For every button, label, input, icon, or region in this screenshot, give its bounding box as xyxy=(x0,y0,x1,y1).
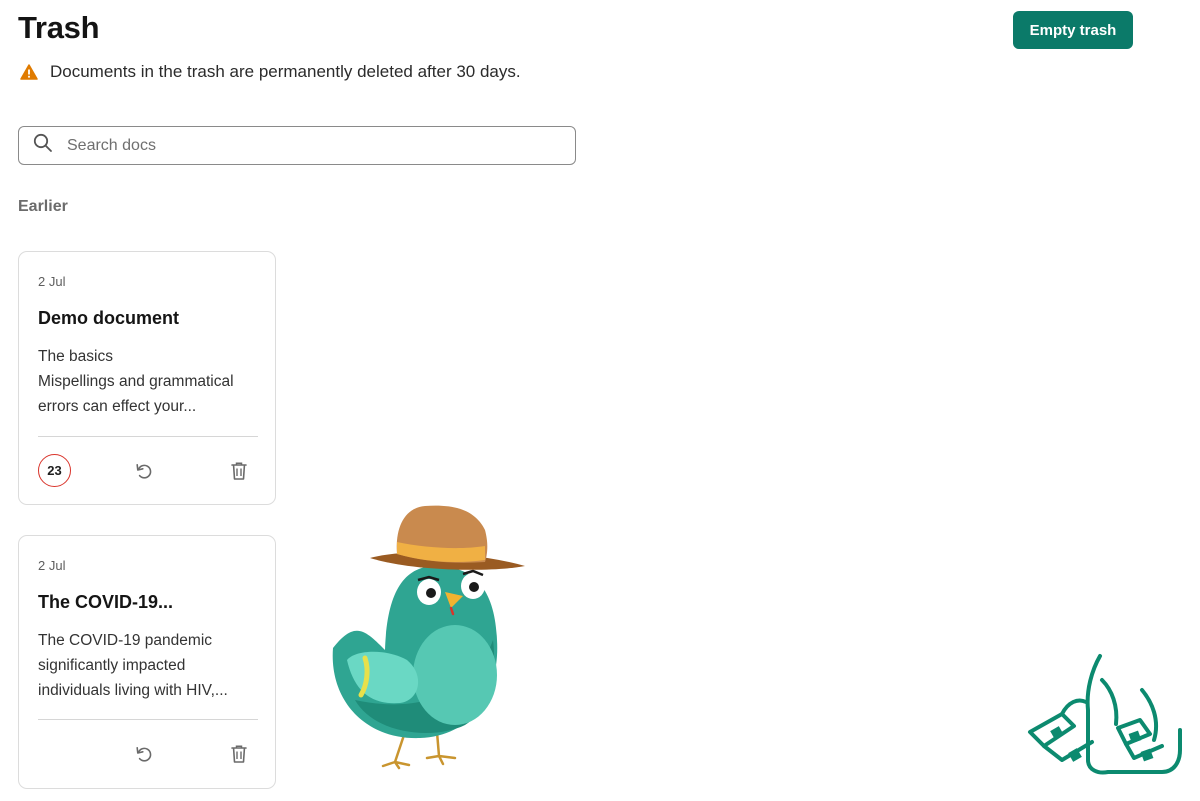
document-card[interactable]: 2 Jul Demo document The basics Mispellin… xyxy=(18,251,276,505)
search-icon xyxy=(33,133,53,158)
card-snippet: The basics Mispellings and grammatical e… xyxy=(38,344,263,419)
restore-icon[interactable] xyxy=(131,458,157,484)
card-snippet: The COVID-19 pandemic significantly impa… xyxy=(38,628,263,703)
document-card[interactable]: 2 Jul The COVID-19... The COVID-19 pande… xyxy=(18,535,276,789)
days-remaining-badge: 23 xyxy=(38,454,71,487)
snippet-line: significantly impacted xyxy=(38,657,186,674)
delete-icon[interactable] xyxy=(226,741,252,767)
corner-logo xyxy=(1022,650,1187,790)
search-box[interactable] xyxy=(18,126,576,165)
snippet-line: Mispellings and grammatical xyxy=(38,373,234,390)
notice-text: Documents in the trash are permanently d… xyxy=(50,62,521,81)
search-input[interactable] xyxy=(67,136,547,155)
warning-icon xyxy=(20,64,38,80)
section-label-earlier: Earlier xyxy=(18,198,68,215)
card-title[interactable]: Demo document xyxy=(38,308,179,329)
page-title: Trash xyxy=(18,10,100,45)
card-divider xyxy=(38,719,258,720)
retention-notice: Documents in the trash are permanently d… xyxy=(20,62,521,82)
delete-icon[interactable] xyxy=(226,458,252,484)
snippet-line: The COVID-19 pandemic xyxy=(38,632,213,649)
snippet-line: The basics xyxy=(38,348,113,365)
card-divider xyxy=(38,436,258,437)
card-title[interactable]: The COVID-19... xyxy=(38,592,173,613)
empty-trash-button[interactable]: Empty trash xyxy=(1013,11,1133,49)
card-date: 2 Jul xyxy=(38,274,66,289)
restore-icon[interactable] xyxy=(131,741,157,767)
bird-mascot-illustration xyxy=(325,500,530,775)
card-date: 2 Jul xyxy=(38,558,66,573)
snippet-line: individuals living with HIV,... xyxy=(38,682,228,699)
snippet-line: errors can effect your... xyxy=(38,398,197,415)
